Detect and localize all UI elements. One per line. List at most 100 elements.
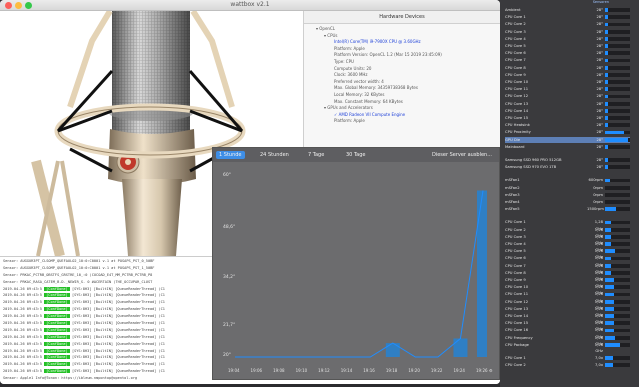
sensor-row[interactable]: Mainboard 28° bbox=[505, 144, 630, 150]
sensor-level-bar bbox=[605, 158, 630, 162]
sensor-level-fill bbox=[605, 109, 608, 113]
device-tree[interactable]: ▾ OpenCL ▾ CPUs Intel(R) Core(TM) i9-7900X… bbox=[304, 24, 500, 125]
sensor-row[interactable]: Samsung SSD 970 EVO 1TB 28° bbox=[505, 164, 630, 170]
sensor-row[interactable]: CPU Package 1,28 GHz bbox=[505, 342, 630, 353]
sensor-name: Samsung SSD 960 PRO 512GB bbox=[505, 158, 562, 162]
sensor-level-fill bbox=[605, 328, 614, 333]
sensor-row[interactable]: mSFan4 0rpm bbox=[505, 199, 630, 205]
sensor-row[interactable]: CPU Core 11 1,28 GHz bbox=[505, 291, 630, 303]
sensor-row[interactable]: mSFan1 600rpm bbox=[505, 177, 630, 183]
tree-item[interactable]: Intel(R) Core(TM) i9-7900X CPU @ 3.60GHz bbox=[310, 39, 496, 46]
sensor-row[interactable]: CPU Core 1 7,0x bbox=[505, 355, 630, 361]
sensor-level-bar bbox=[605, 314, 630, 318]
sensor-level-bar bbox=[605, 356, 630, 360]
sensor-level-bar bbox=[605, 235, 630, 239]
tree-item[interactable]: ▾ OpenCL bbox=[310, 26, 496, 33]
sensor-level-bar bbox=[605, 193, 630, 197]
sensor-row[interactable]: CPU Core 2 1,28 GHz bbox=[505, 227, 630, 238]
sensor-row[interactable]: CPU Core 2 28° bbox=[505, 21, 630, 27]
tab-range-0[interactable]: 1 Stunde bbox=[216, 151, 245, 159]
sensor-row[interactable]: CPU Core 1 1,28 GHz bbox=[505, 219, 630, 231]
tab-range-1[interactable]: 24 Stunden bbox=[257, 151, 292, 159]
sensor-row[interactable]: CPU Core 10 1,28 GHz bbox=[505, 284, 630, 295]
sensor-level-fill bbox=[605, 101, 608, 106]
tree-item[interactable]: Platform Version: OpenCL 1.2 (Mar 15 201… bbox=[310, 52, 496, 59]
sensor-row[interactable]: CPU Core 5 28° bbox=[505, 43, 630, 49]
sensor-row[interactable]: CPU Core 3 1,28 GHz bbox=[505, 234, 630, 245]
sensor-row[interactable]: CPU Core 4 1,28 GHz bbox=[505, 241, 630, 252]
x-tick-label: 19:22 bbox=[430, 368, 443, 373]
sensor-row[interactable]: CPU Core 4 28° bbox=[505, 36, 630, 42]
sensor-row[interactable]: CPU Core 13 28° bbox=[505, 101, 630, 107]
sensor-name: CPU Core 1 bbox=[505, 15, 526, 20]
sensor-row[interactable]: CPU Core 8 1,28 GHz bbox=[505, 270, 630, 281]
tree-item[interactable]: Compute Units: 20 bbox=[310, 66, 496, 73]
x-tick-label: 19:10 bbox=[295, 368, 308, 373]
sensor-row[interactable]: mSFan2 0rpm bbox=[505, 185, 630, 191]
sensor-row[interactable]: CPU Proximity 28° bbox=[505, 129, 630, 135]
sensor-level-bar bbox=[605, 256, 630, 261]
sensor-row[interactable]: CPU Frequency 1,28 GHz bbox=[505, 335, 630, 346]
sensor-name: CPU Core 10 bbox=[505, 285, 529, 290]
sensor-row[interactable]: CPU Core 14 1,28 GHz bbox=[505, 313, 630, 324]
log-message: [SYS:8H3] [BuiltIN] [QueueReaderThread] … bbox=[71, 362, 165, 367]
sensor-row[interactable]: CPU Core 8 28° bbox=[505, 65, 630, 71]
sensor-row[interactable]: CPU Heatsink 28° bbox=[505, 122, 630, 128]
sensor-row[interactable]: CPU Core 7 28° bbox=[505, 57, 630, 63]
sensor-level-fill bbox=[605, 65, 608, 70]
tree-item[interactable]: Max. Global Memory: 34359738368 Bytes bbox=[310, 85, 496, 92]
sensor-value: 0rpm bbox=[593, 185, 603, 190]
tree-item[interactable]: Clock: 3600 MHz bbox=[310, 72, 496, 79]
sensor-panel[interactable]: Sensoren Ambient 28° CPU Core 1 28° CPU Core… bbox=[500, 0, 639, 387]
sensor-row[interactable]: CPU Core 14 28° bbox=[505, 108, 630, 114]
sensor-level-fill bbox=[605, 29, 608, 34]
sensor-value: 1500rpm bbox=[587, 207, 604, 212]
hide-server-button[interactable]: Dieser Server ausblen... bbox=[429, 151, 495, 159]
sensor-row[interactable]: CPU Core 10 28° bbox=[505, 79, 630, 85]
sensor-row[interactable]: CPU Core 16 1,28 GHz bbox=[505, 327, 630, 339]
tree-item[interactable]: Preferred vector width: 4 bbox=[310, 79, 496, 86]
tree-item[interactable]: ✓ AMD Radeon VII Compute Engine bbox=[310, 112, 496, 119]
window-titlebar[interactable]: wattbox v2.1 bbox=[0, 0, 500, 11]
tree-item[interactable]: ▾ GPUs and Accelerators bbox=[310, 105, 496, 112]
sensor-row[interactable]: CPU Core 5 1,28 GHz bbox=[505, 248, 630, 259]
sensor-row[interactable]: CPU Core 6 28° bbox=[505, 50, 630, 56]
sensor-row[interactable]: CPU Core 15 28° bbox=[505, 115, 630, 121]
window-title: wattbox v2.1 bbox=[230, 1, 270, 8]
gear-icon[interactable]: ⚙ bbox=[489, 368, 493, 373]
sensor-row[interactable]: CPU Core 9 28° bbox=[505, 72, 630, 78]
tab-range-3[interactable]: 30 Tage bbox=[343, 151, 369, 159]
sensor-row[interactable]: CPU Core 13 1,28 GHz bbox=[505, 306, 630, 317]
sensor-row[interactable]: Samsung SSD 960 PRO 512GB 28° bbox=[505, 157, 630, 163]
sensor-row[interactable]: CPU Core 11 28° bbox=[505, 86, 630, 92]
sensor-row[interactable]: CPU Core 1 28° bbox=[505, 14, 630, 20]
sensor-name: CPU Core 5 bbox=[505, 249, 526, 254]
sensor-name: Ambient bbox=[505, 8, 521, 12]
sensor-row[interactable]: CPU Core 12 28° bbox=[505, 93, 630, 99]
sensor-row[interactable]: CPU Core 6 1,28 GHz bbox=[505, 255, 630, 267]
tree-item[interactable]: Type: CPU bbox=[310, 59, 496, 66]
sensor-name: Samsung SSD 970 EVO 1TB bbox=[505, 165, 557, 170]
sensor-row[interactable]: mSFan5 1500rpm bbox=[505, 206, 630, 212]
sensor-level-fill bbox=[605, 235, 611, 239]
sensor-row[interactable]: CPU Core 15 1,28 GHz bbox=[505, 320, 630, 331]
sensor-row[interactable]: CPU Core 2 7,0x bbox=[505, 362, 630, 368]
tree-item[interactable]: Max. Constant Memory: 64 KBytes bbox=[310, 99, 496, 106]
sensor-value: 600rpm bbox=[588, 178, 604, 183]
sensor-row[interactable]: mSFan3 0rpm bbox=[505, 192, 630, 198]
sensor-row[interactable]: GPU Die 28° bbox=[505, 136, 630, 143]
sensor-level-bar bbox=[605, 321, 630, 326]
sensor-row[interactable]: CPU Core 7 1,28 GHz bbox=[505, 263, 630, 274]
tree-item[interactable]: Platform: Apple bbox=[310, 46, 496, 53]
sensor-row[interactable]: CPU Core 9 1,28 GHz bbox=[505, 277, 630, 288]
sensor-name: CPU Core 1 bbox=[505, 220, 526, 225]
tree-item[interactable]: Platform: Apple bbox=[310, 118, 496, 125]
tree-item[interactable]: ▾ CPUs bbox=[310, 33, 496, 40]
sensor-row[interactable]: CPU Core 12 1,28 GHz bbox=[505, 299, 630, 310]
log-message: [SYS:8H3] [BuiltIN] [QueueReaderThread] … bbox=[71, 327, 165, 332]
sensor-row[interactable]: Ambient 28° bbox=[505, 7, 630, 13]
tab-range-2[interactable]: 7 Tage bbox=[305, 151, 327, 159]
sensor-value: 28° bbox=[596, 36, 603, 41]
tree-item[interactable]: Local Memory: 32 KBytes bbox=[310, 92, 496, 99]
sensor-row[interactable]: CPU Core 3 28° bbox=[505, 29, 630, 35]
